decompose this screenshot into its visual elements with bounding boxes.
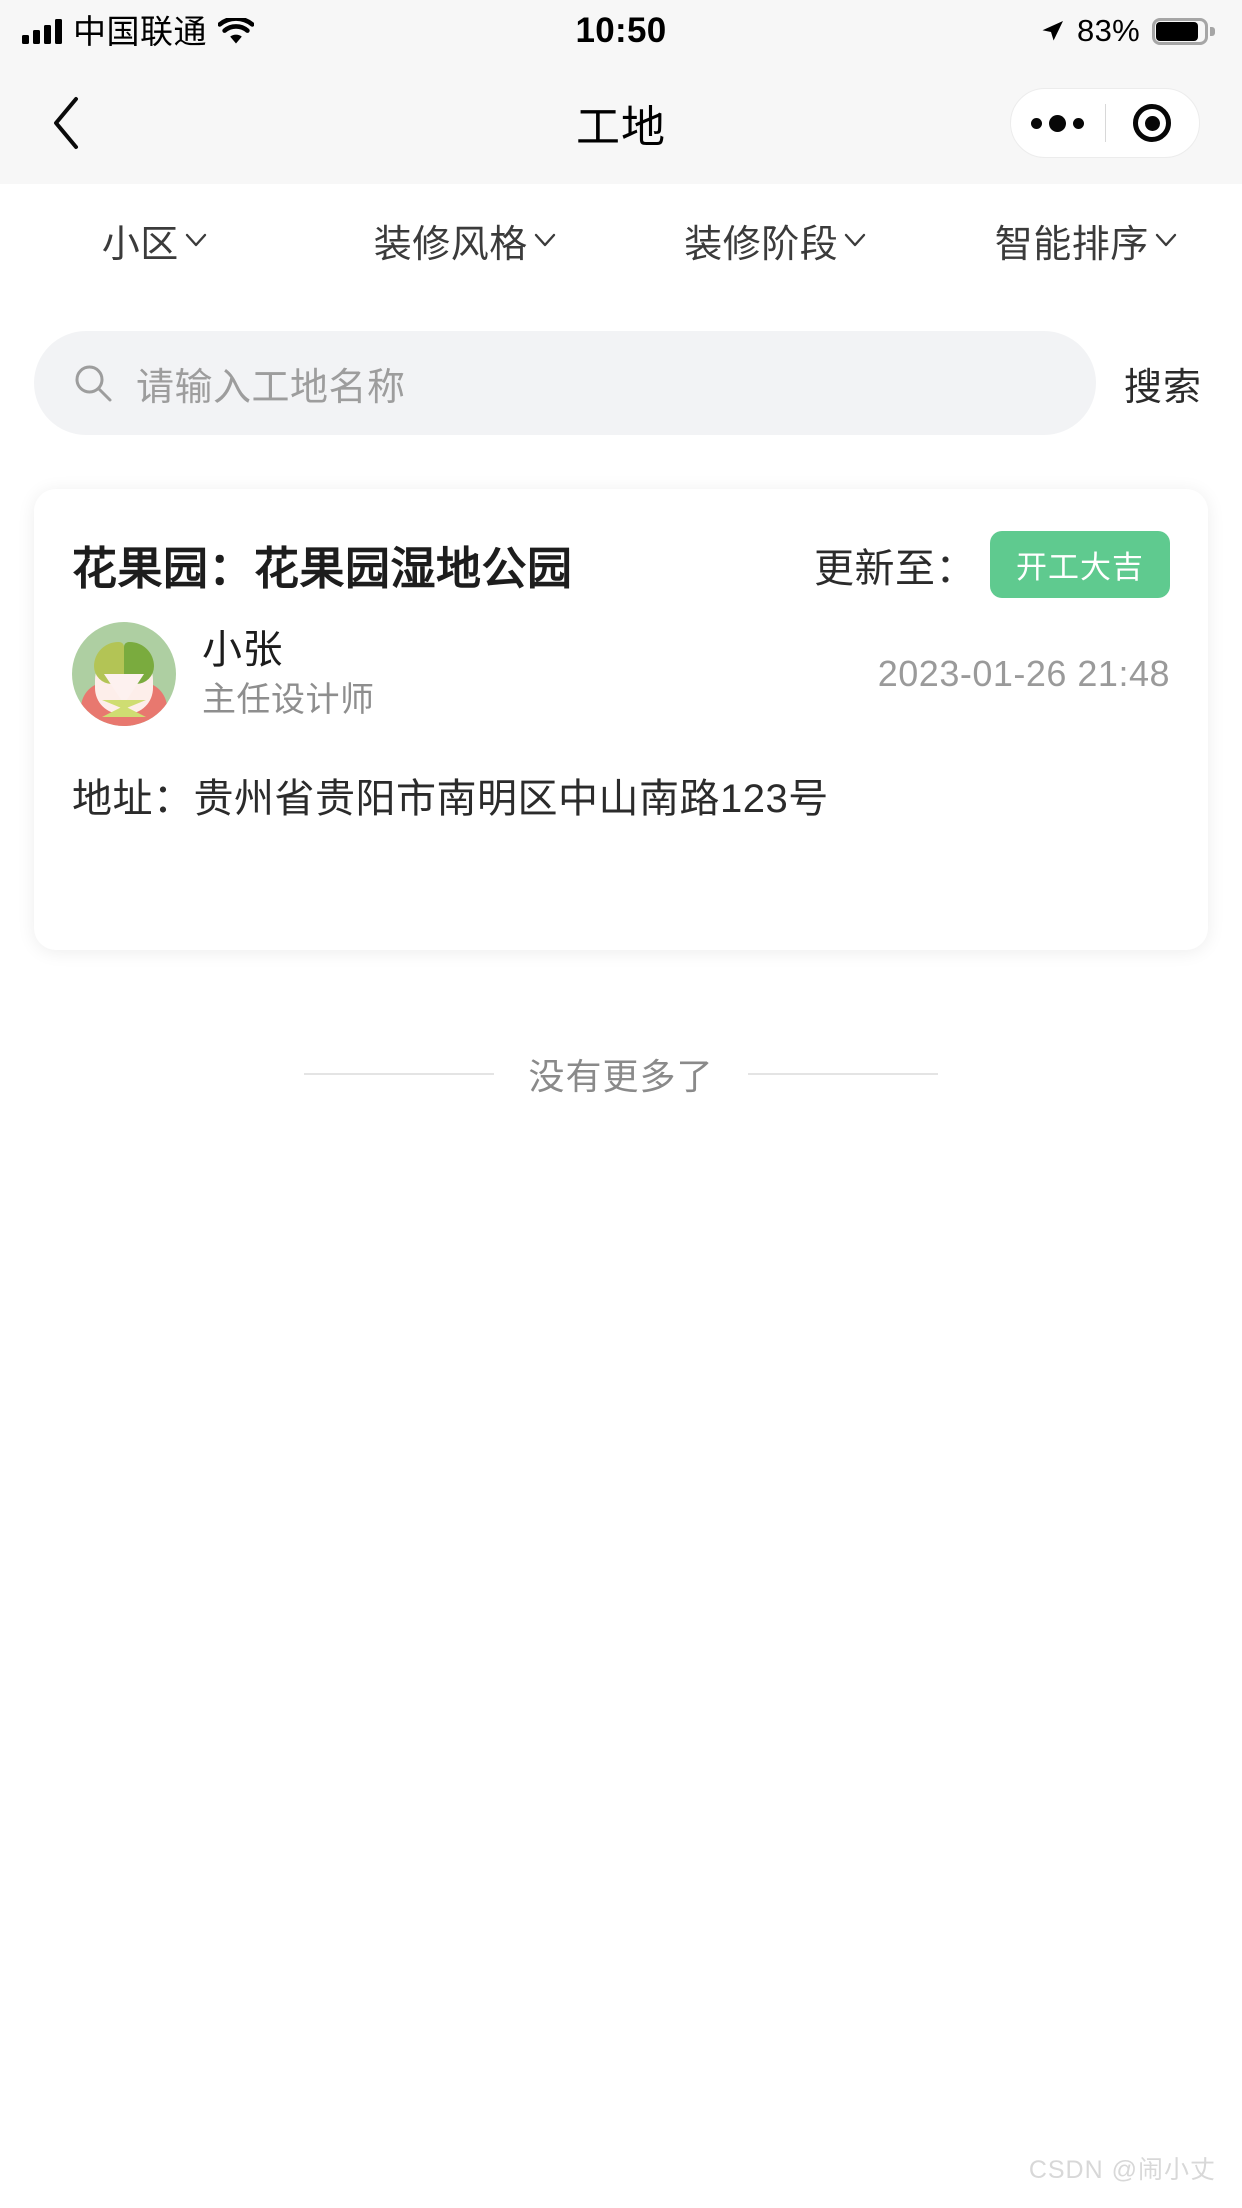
- chevron-down-icon: [185, 233, 206, 247]
- chevron-down-icon: [534, 233, 555, 247]
- avatar: [72, 622, 176, 726]
- carrier-label: 中国联通: [73, 12, 207, 50]
- target-circle-icon[interactable]: [1106, 104, 1200, 142]
- search-button[interactable]: 搜索: [1118, 356, 1208, 411]
- update-label: 更新至：: [814, 546, 976, 591]
- app-screen: 中国联通 10:50 83% 工地 小区 装修风格 装修阶段 智能排序 请输入工…: [0, 0, 1242, 2208]
- list-footer: 没有更多了: [0, 1048, 1242, 1100]
- site-card-header: 花果园：花果园湿地公园 更新至： 开工大吉: [72, 531, 1170, 598]
- site-update-group: 更新至： 开工大吉: [814, 531, 1170, 598]
- search-input[interactable]: 请输入工地名称: [34, 331, 1096, 435]
- site-address: 地址：贵州省贵阳市南明区中山南路123号: [72, 777, 829, 821]
- filter-community[interactable]: 小区: [0, 213, 311, 268]
- filter-bar: 小区 装修风格 装修阶段 智能排序: [0, 184, 1242, 296]
- filter-style-label: 装修风格: [373, 223, 528, 266]
- site-designer-row: 小张 主任设计师 2023-01-26 21:48: [72, 622, 1170, 726]
- update-timestamp: 2023-01-26 21:48: [877, 653, 1170, 694]
- battery-icon: [1152, 17, 1215, 45]
- chevron-down-icon: [1155, 233, 1176, 247]
- designer-text: 小张 主任设计师: [202, 626, 375, 721]
- status-bar-left: 中国联通: [22, 15, 254, 48]
- footer-divider-left: [304, 1073, 495, 1075]
- signal-bars-icon: [22, 18, 62, 44]
- status-badge: 开工大吉: [990, 531, 1170, 598]
- footer-divider-right: [747, 1073, 938, 1075]
- wechat-capsule: [1010, 88, 1200, 158]
- search-icon: [75, 365, 112, 402]
- status-bar-right: 83%: [1039, 13, 1215, 49]
- search-placeholder: 请输入工地名称: [136, 366, 406, 409]
- filter-sort-label: 智能排序: [994, 223, 1149, 266]
- site-card[interactable]: 花果园：花果园湿地公园 更新至： 开工大吉 小张 主任设计师 2023-01-2…: [34, 489, 1208, 950]
- filter-stage[interactable]: 装修阶段: [621, 213, 932, 268]
- filter-community-label: 小区: [101, 223, 179, 266]
- watermark: CSDN @闹小丈: [1028, 2156, 1216, 2184]
- battery-percent-label: 83%: [1077, 13, 1140, 48]
- navigation-bar: 工地: [0, 62, 1242, 184]
- designer-role: 主任设计师: [202, 681, 375, 720]
- wifi-icon: [218, 17, 254, 45]
- chevron-down-icon: [845, 233, 866, 247]
- footer-text: 没有更多了: [528, 1056, 714, 1097]
- location-arrow-icon: [1039, 18, 1065, 44]
- designer-name: 小张: [202, 628, 283, 673]
- more-dots-icon[interactable]: [1011, 114, 1105, 132]
- search-bar: 请输入工地名称 搜索: [0, 318, 1242, 448]
- filter-style[interactable]: 装修风格: [311, 213, 622, 268]
- status-bar: 中国联通 10:50 83%: [0, 0, 1242, 62]
- site-title: 花果园：花果园湿地公园: [72, 543, 573, 594]
- filter-stage-label: 装修阶段: [684, 223, 839, 266]
- filter-sort[interactable]: 智能排序: [932, 213, 1242, 268]
- designer-info: 小张 主任设计师: [72, 622, 375, 726]
